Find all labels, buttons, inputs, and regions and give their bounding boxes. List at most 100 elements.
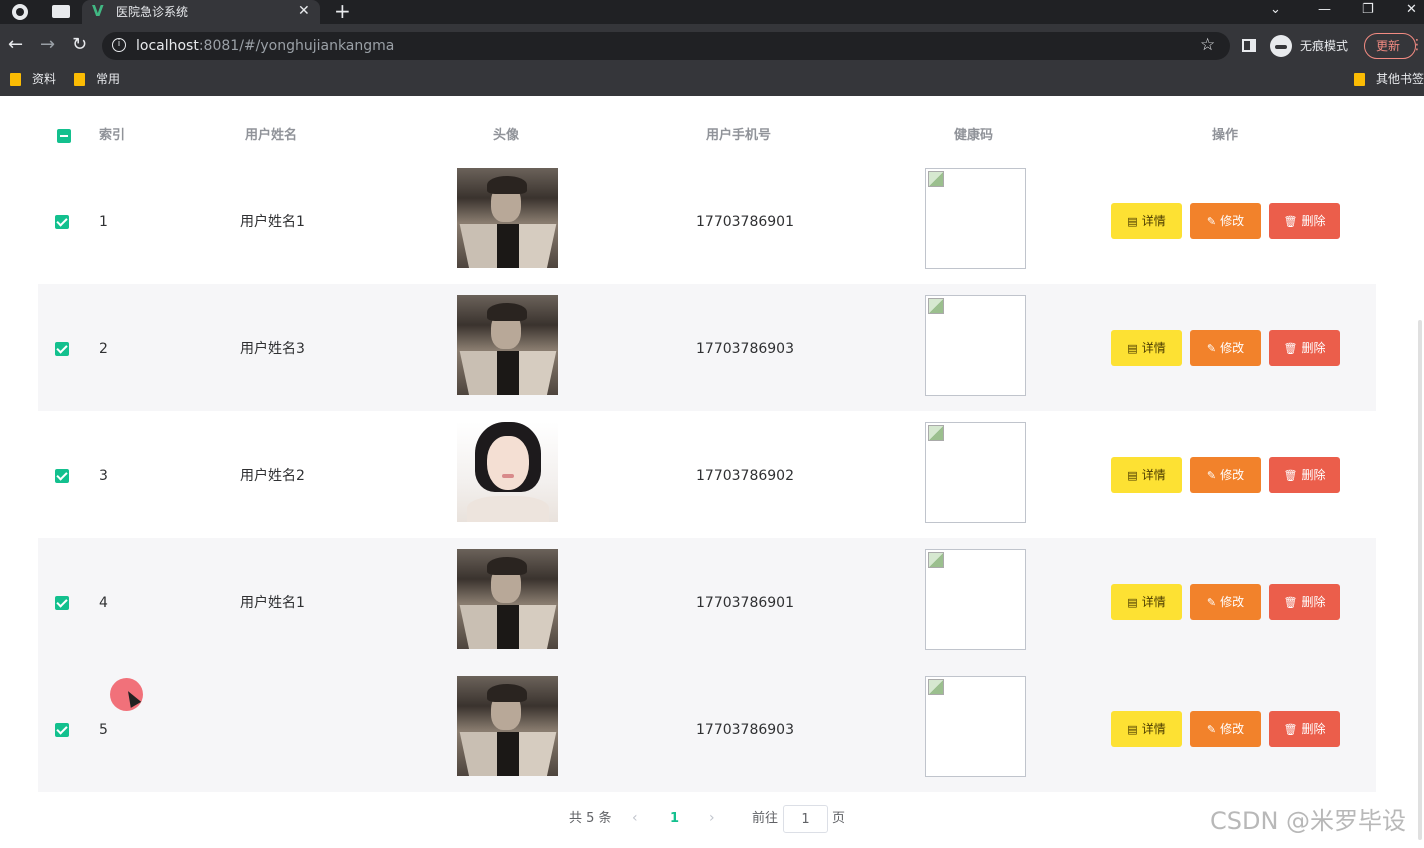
pencil-icon: ✎ <box>1206 596 1217 609</box>
reload-icon[interactable]: ↻ <box>72 34 87 56</box>
row-index: 2 <box>99 341 108 357</box>
pencil-icon: ✎ <box>1206 723 1217 736</box>
trash-icon: 🗑 <box>1283 215 1298 228</box>
row-checkbox[interactable] <box>55 596 69 610</box>
url-text[interactable]: localhost:8081/#/yonghujiankangma <box>136 37 394 55</box>
table-row: 1 用户姓名1 17703786901 ▤ 详情 ✎ 修改 🗑 删除 <box>38 157 1376 284</box>
pagination-total: 共 5 条 <box>569 811 612 826</box>
row-checkbox[interactable] <box>55 215 69 229</box>
edit-button[interactable]: ✎ 修改 <box>1190 203 1261 239</box>
document-icon: ▤ <box>1127 342 1138 355</box>
row-index: 1 <box>99 214 108 230</box>
row-checkbox[interactable] <box>55 469 69 483</box>
incognito-label[interactable]: 无痕模式 <box>1300 38 1348 54</box>
prev-page-icon[interactable]: ‹ <box>632 809 638 827</box>
trash-icon: 🗑 <box>1283 723 1298 736</box>
minimize-icon[interactable]: — <box>1318 2 1331 18</box>
chevron-down-icon[interactable]: ⌄ <box>1270 2 1281 18</box>
update-button[interactable]: 更新 <box>1364 33 1416 59</box>
trash-icon: 🗑 <box>1283 469 1298 482</box>
health-code-image <box>925 549 1026 650</box>
watermark: CSDN @米罗毕设 <box>1210 807 1407 835</box>
row-user-name: 用户姓名1 <box>240 595 305 611</box>
star-icon[interactable]: ☆ <box>1200 35 1215 55</box>
row-phone: 17703786903 <box>696 341 794 357</box>
trash-icon: 🗑 <box>1283 342 1298 355</box>
edit-button[interactable]: ✎ 修改 <box>1190 711 1261 747</box>
window-icon[interactable] <box>52 5 70 18</box>
table-row: 4 用户姓名1 17703786901 ▤ 详情 ✎ 修改 🗑 删除 <box>38 538 1376 665</box>
document-icon: ▤ <box>1127 469 1138 482</box>
health-code-image <box>925 422 1026 523</box>
trash-icon: 🗑 <box>1283 596 1298 609</box>
delete-button[interactable]: 🗑 删除 <box>1269 584 1340 620</box>
row-phone: 17703786901 <box>696 595 794 611</box>
incognito-icon[interactable] <box>1270 35 1292 57</box>
row-index: 3 <box>99 468 108 484</box>
table-row: 3 用户姓名2 17703786902 ▤ 详情 ✎ 修改 🗑 删除 <box>38 411 1376 538</box>
document-icon: ▤ <box>1127 596 1138 609</box>
detail-button[interactable]: ▤ 详情 <box>1111 711 1182 747</box>
avatar-image <box>457 422 558 522</box>
column-header-name: 用户姓名 <box>245 128 298 143</box>
row-phone: 17703786902 <box>696 468 794 484</box>
bookmark-folder[interactable]: 其他书签 <box>1354 72 1424 88</box>
detail-button[interactable]: ▤ 详情 <box>1111 203 1182 239</box>
row-user-name: 用户姓名1 <box>240 214 305 230</box>
table-row: 5 17703786903 ▤ 详情 ✎ 修改 🗑 删除 <box>38 665 1376 792</box>
detail-button[interactable]: ▤ 详情 <box>1111 457 1182 493</box>
column-header-phone: 用户手机号 <box>706 128 772 143</box>
pencil-icon: ✎ <box>1206 342 1217 355</box>
delete-button[interactable]: 🗑 删除 <box>1269 330 1340 366</box>
column-header-index: 索引 <box>99 128 126 143</box>
health-code-image <box>925 676 1026 777</box>
new-tab-icon[interactable]: + <box>334 0 351 22</box>
window-close-icon[interactable]: ✕ <box>1406 2 1417 18</box>
side-panel-icon[interactable] <box>1242 39 1256 52</box>
document-icon: ▤ <box>1127 723 1138 736</box>
next-page-icon[interactable]: › <box>709 809 715 827</box>
bookmarks-bar <box>0 68 1424 96</box>
scrollbar[interactable] <box>1418 320 1422 840</box>
row-checkbox[interactable] <box>55 723 69 737</box>
row-index: 5 <box>99 722 108 738</box>
pagination-goto-input[interactable] <box>783 805 828 833</box>
restore-icon[interactable]: ❐ <box>1362 2 1374 18</box>
column-header-avatar: 头像 <box>493 128 520 143</box>
globe-icon[interactable] <box>12 4 28 20</box>
row-phone: 17703786901 <box>696 214 794 230</box>
pagination-goto-label: 前往 <box>752 811 779 826</box>
health-code-image <box>925 295 1026 396</box>
delete-button[interactable]: 🗑 删除 <box>1269 203 1340 239</box>
edit-button[interactable]: ✎ 修改 <box>1190 457 1261 493</box>
delete-button[interactable]: 🗑 删除 <box>1269 711 1340 747</box>
bookmark-folder[interactable]: 资料 <box>10 72 56 88</box>
tab-title[interactable]: 医院急诊系统 <box>116 4 188 20</box>
avatar-image <box>457 549 558 649</box>
bookmark-folder[interactable]: 常用 <box>74 72 120 88</box>
close-icon[interactable]: ✕ <box>298 3 310 19</box>
column-header-health-code: 健康码 <box>954 128 994 143</box>
table-row: 2 用户姓名3 17703786903 ▤ 详情 ✎ 修改 🗑 删除 <box>38 284 1376 411</box>
row-checkbox[interactable] <box>55 342 69 356</box>
forward-icon[interactable]: → <box>40 34 55 56</box>
detail-button[interactable]: ▤ 详情 <box>1111 330 1182 366</box>
row-user-name: 用户姓名3 <box>240 341 305 357</box>
pencil-icon: ✎ <box>1206 469 1217 482</box>
health-code-image <box>925 168 1026 269</box>
document-icon: ▤ <box>1127 215 1138 228</box>
delete-button[interactable]: 🗑 删除 <box>1269 457 1340 493</box>
pagination-current-page[interactable]: 1 <box>670 811 679 827</box>
edit-button[interactable]: ✎ 修改 <box>1190 584 1261 620</box>
detail-button[interactable]: ▤ 详情 <box>1111 584 1182 620</box>
info-icon[interactable]: i <box>112 38 126 52</box>
row-phone: 17703786903 <box>696 722 794 738</box>
select-all-checkbox[interactable] <box>57 129 71 143</box>
edit-button[interactable]: ✎ 修改 <box>1190 330 1261 366</box>
avatar-image <box>457 676 558 776</box>
column-header-actions: 操作 <box>1212 128 1239 143</box>
vue-logo-icon: V <box>92 2 104 20</box>
more-icon[interactable]: ⋮ <box>1410 36 1424 54</box>
back-icon[interactable]: ← <box>8 34 23 56</box>
pencil-icon: ✎ <box>1206 215 1217 228</box>
